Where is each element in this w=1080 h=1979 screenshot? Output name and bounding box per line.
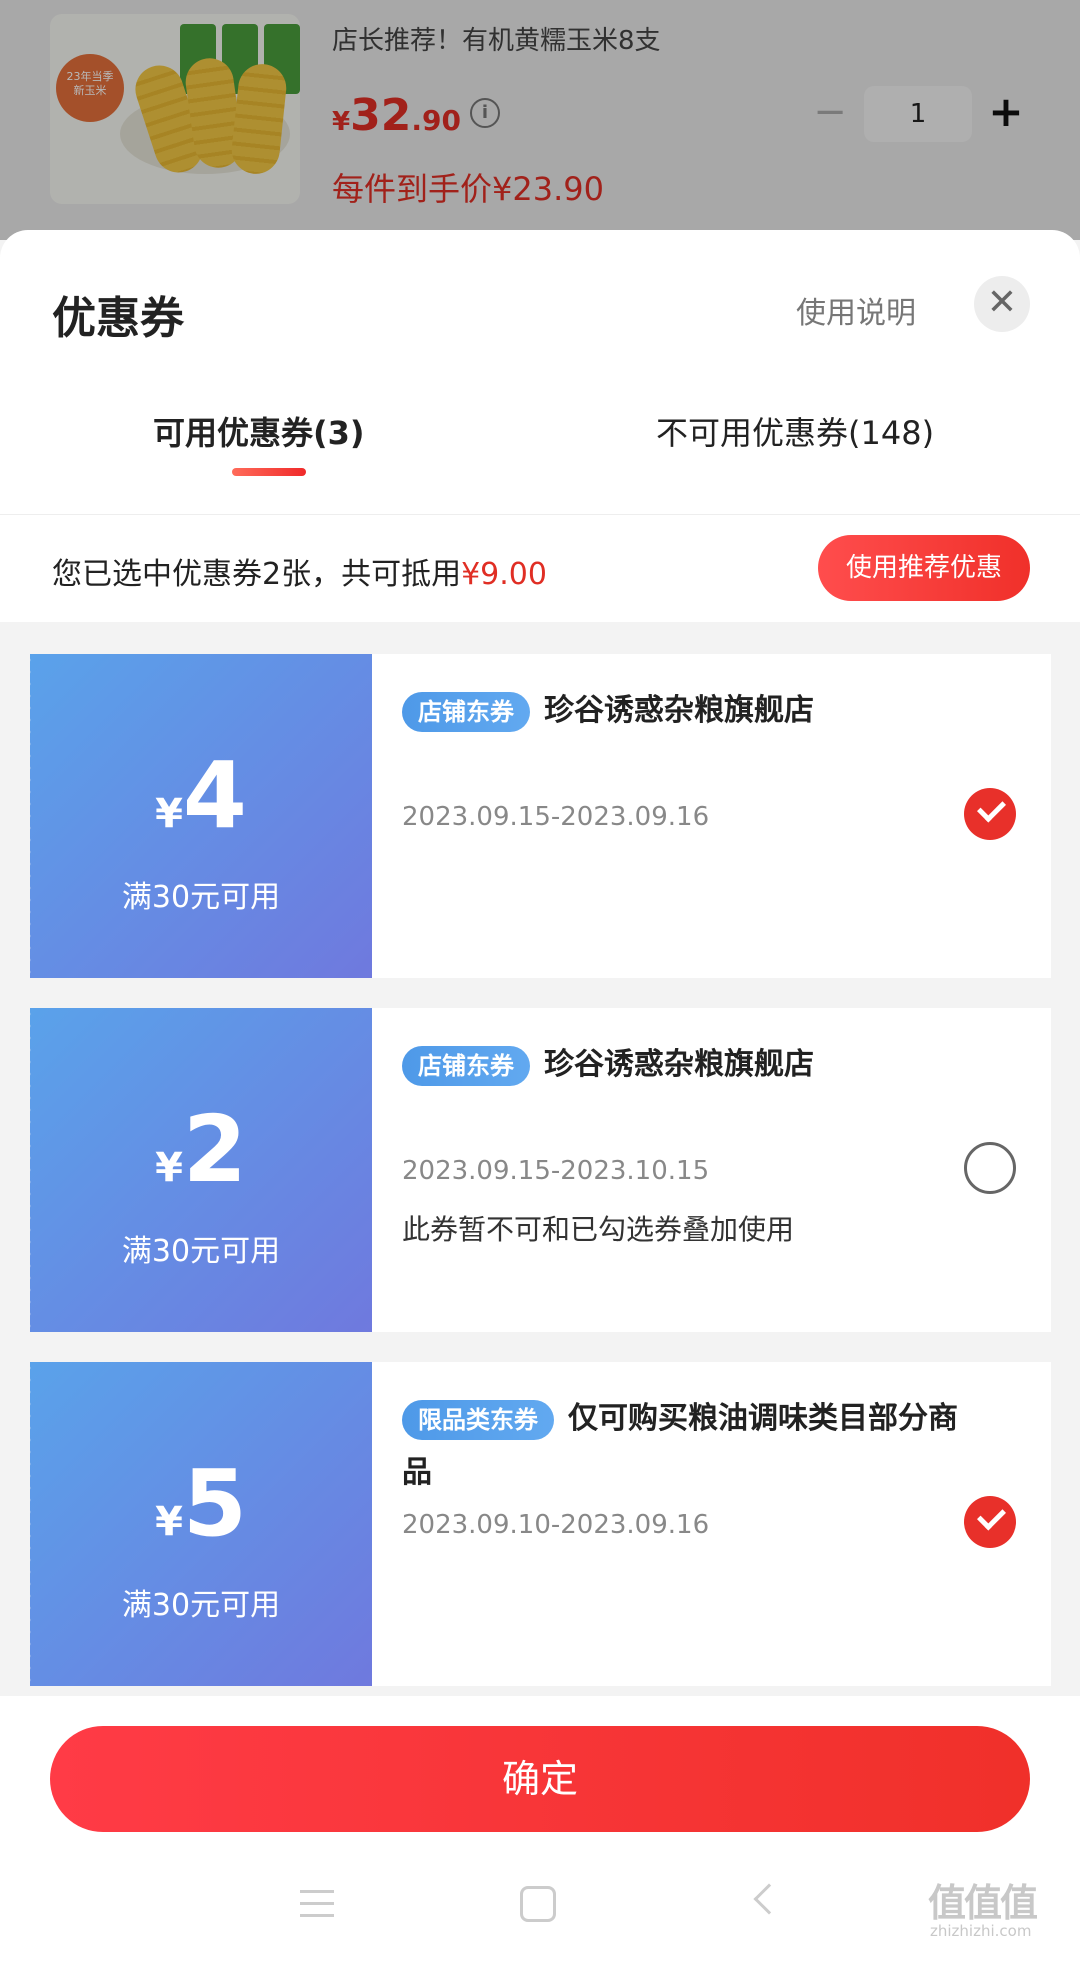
coupon-date: 2023.09.15-2023.10.15	[402, 1156, 710, 1186]
coupon-threshold: 满30元可用	[121, 880, 281, 915]
back-icon[interactable]	[753, 1883, 785, 1915]
coupon-date: 2023.09.15-2023.09.16	[402, 802, 710, 832]
use-recommended-button[interactable]: 使用推荐优惠	[818, 535, 1030, 601]
product-title: 店长推荐！有机黄糯玉米8支	[332, 26, 661, 56]
product-image: 23年当季 新玉米	[50, 14, 300, 204]
watermark-logo: 值值值	[928, 1881, 1038, 1925]
coupon-checkbox-unchecked[interactable]	[964, 1142, 1016, 1194]
coupon-title: 店铺东券 珍谷诱惑杂粮旗舰店	[402, 1038, 962, 1092]
menu-icon[interactable]	[300, 1890, 334, 1920]
system-nav-bar: 值值值 zhizhizhi.com	[0, 1866, 1080, 1979]
coupon-tabs: 可用优惠券(3) 不可用优惠券(148)	[0, 408, 1080, 508]
active-tab-indicator	[232, 468, 306, 476]
final-price: 每件到手价¥23.90	[332, 170, 604, 208]
coupon-amount: ¥2	[155, 1096, 247, 1203]
help-link[interactable]: 使用说明	[796, 288, 916, 332]
coupon-checkbox-checked[interactable]	[964, 788, 1016, 840]
coupon-tag: 店铺东券	[402, 1045, 530, 1086]
product-image-badge: 23年当季 新玉米	[56, 54, 124, 122]
coupon-sheet: 优惠券 使用说明 ✕ 可用优惠券(3) 不可用优惠券(148) 您已选中优惠券2…	[0, 230, 1080, 1979]
coupon-threshold: 满30元可用	[121, 1588, 281, 1623]
quantity-stepper: − 1 +	[810, 86, 1026, 142]
tab-unavailable[interactable]: 不可用优惠券(148)	[656, 408, 934, 454]
coupon-amount: ¥4	[155, 742, 247, 849]
coupon-tag: 店铺东券	[402, 691, 530, 732]
decrease-button[interactable]: −	[810, 92, 850, 134]
coupon-threshold: 满30元可用	[121, 1234, 281, 1269]
summary-text: 您已选中优惠券2张，共可抵用¥9.00	[52, 557, 547, 592]
coupon-tag: 限品类东券	[402, 1399, 554, 1440]
increase-button[interactable]: +	[986, 91, 1026, 134]
selection-summary: 您已选中优惠券2张，共可抵用¥9.00 使用推荐优惠	[0, 514, 1080, 622]
close-icon: ✕	[986, 282, 1018, 323]
watermark-url: zhizhizhi.com	[930, 1922, 1032, 1940]
coupon-note: 此券暂不可和已勾选券叠加使用	[402, 1213, 795, 1246]
coupon-list[interactable]: ¥4 满30元可用 店铺东券 珍谷诱惑杂粮旗舰店 2023.09.15-2023.…	[0, 622, 1080, 1696]
sheet-title: 优惠券	[52, 293, 184, 344]
sheet-footer: 确定 值值值 zhizhizhi.com	[0, 1696, 1080, 1979]
coupon-card[interactable]: ¥2 满30元可用 店铺东券 珍谷诱惑杂粮旗舰店 2023.09.15-2023.…	[26, 1008, 1051, 1332]
coupon-value-panel: ¥4 满30元可用	[26, 654, 372, 978]
home-icon[interactable]	[520, 1886, 556, 1922]
coupon-card[interactable]: ¥4 满30元可用 店铺东券 珍谷诱惑杂粮旗舰店 2023.09.15-2023.…	[26, 654, 1051, 978]
coupon-card[interactable]: ¥5 满30元可用 限品类东券 仅可购买粮油调味类目部分商品 2023.09.10…	[26, 1362, 1051, 1686]
coupon-checkbox-checked[interactable]	[964, 1496, 1016, 1548]
coupon-value-panel: ¥2 满30元可用	[26, 1008, 372, 1332]
coupon-date: 2023.09.10-2023.09.16	[402, 1510, 710, 1540]
coupon-value-panel: ¥5 满30元可用	[26, 1362, 372, 1686]
coupon-title: 店铺东券 珍谷诱惑杂粮旗舰店	[402, 684, 962, 738]
product-price: ¥32.90	[332, 90, 461, 141]
summary-amount: ¥9.00	[461, 557, 547, 592]
coupon-amount: ¥5	[155, 1450, 247, 1557]
tab-available[interactable]: 可用优惠券(3)	[153, 408, 365, 454]
coupon-title: 限品类东券 仅可购买粮油调味类目部分商品	[402, 1399, 958, 1490]
product-header: 23年当季 新玉米 店长推荐！有机黄糯玉米8支 ¥32.90 i 每件到手价¥2…	[0, 0, 1080, 240]
close-button[interactable]: ✕	[974, 276, 1030, 332]
confirm-button[interactable]: 确定	[50, 1726, 1030, 1832]
info-icon[interactable]: i	[470, 98, 500, 128]
quantity-field[interactable]: 1	[864, 86, 972, 142]
